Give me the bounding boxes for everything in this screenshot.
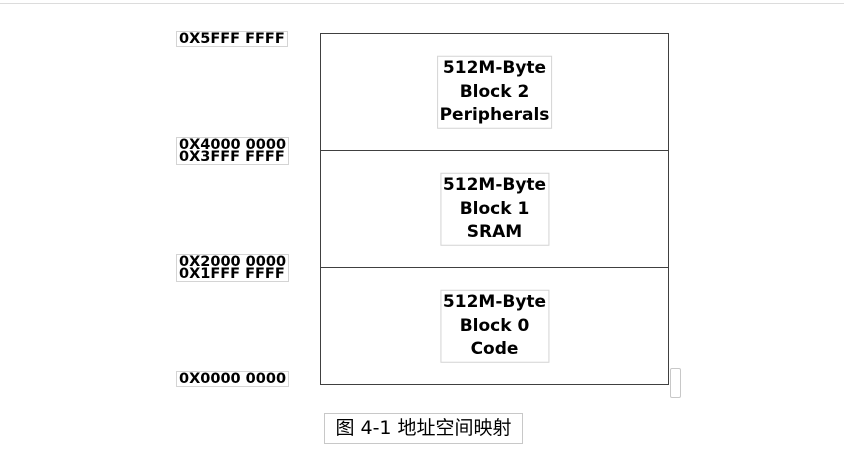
figure-caption: 图 4-1 地址空间映射 [324, 413, 523, 444]
address-label-top: 0X5FFF FFFF [176, 31, 288, 47]
memory-block-2: 512M-Byte Block 2 Peripherals [320, 33, 669, 151]
resize-handle[interactable] [670, 368, 681, 398]
address-label-boundary-2: 0X4000 0000 0X3FFF FFFF [176, 137, 290, 165]
address-text: 0X1FFF FFFF [179, 266, 285, 282]
memory-block-1: 512M-Byte Block 1 SRAM [320, 150, 669, 268]
block-name: Block 2 [459, 81, 530, 102]
block-name: Block 1 [459, 198, 530, 219]
address-label-bottom: 0X0000 0000 [176, 371, 290, 387]
memory-map: 512M-Byte Block 2 Peripherals 512M-Byte … [320, 33, 669, 385]
address-text: 0X5FFF FFFF [179, 31, 285, 47]
block-name: Block 0 [459, 315, 530, 336]
block-region: SRAM [466, 221, 523, 242]
memory-block-0: 512M-Byte Block 0 Code [320, 267, 669, 385]
address-text: 0X0000 0000 [179, 371, 287, 387]
block-region: Code [470, 338, 519, 359]
block-label: 512M-Byte Block 0 Code [439, 289, 550, 363]
block-size: 512M-Byte [442, 174, 547, 195]
address-label-boundary-1: 0X2000 0000 0X1FFF FFFF [176, 254, 290, 282]
block-size: 512M-Byte [442, 291, 547, 312]
block-size: 512M-Byte [442, 57, 547, 78]
top-divider [0, 3, 844, 4]
block-label: 512M-Byte Block 1 SRAM [439, 172, 550, 246]
address-text: 0X3FFF FFFF [179, 149, 285, 165]
block-region: Peripherals [439, 104, 550, 125]
block-label: 512M-Byte Block 2 Peripherals [436, 55, 553, 129]
